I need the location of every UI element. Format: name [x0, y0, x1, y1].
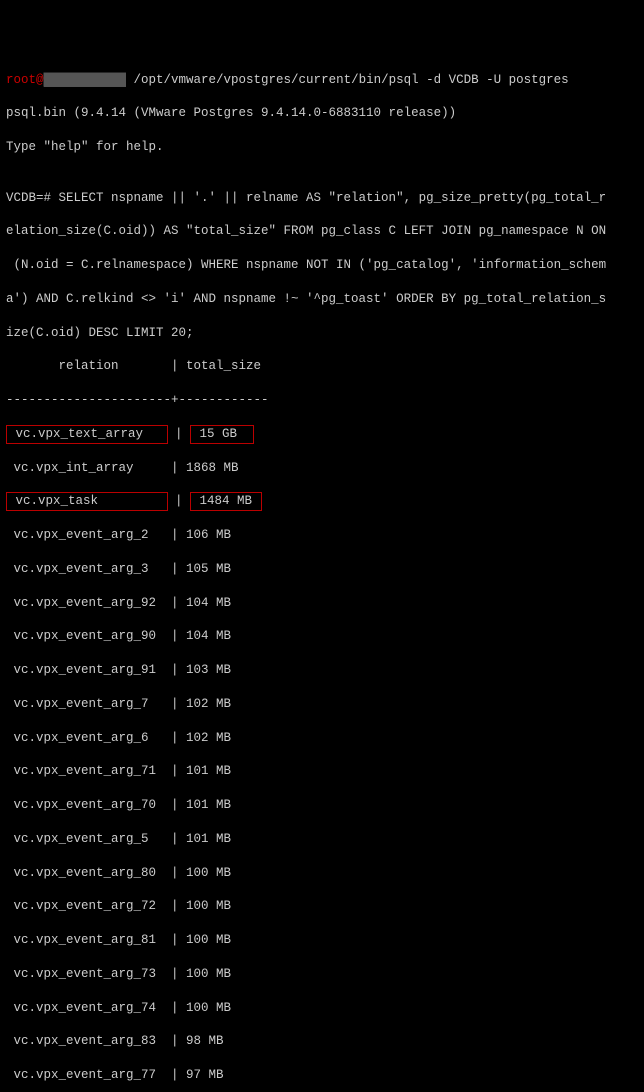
table-row: vc.vpx_event_arg_70 | 101 MB — [6, 797, 638, 814]
table-row: vc.vpx_event_arg_5 | 101 MB — [6, 831, 638, 848]
query-line: (N.oid = C.relnamespace) WHERE nspname N… — [6, 257, 638, 274]
query-line: VCDB=# SELECT nspname || '.' || relname … — [6, 190, 638, 207]
prompt-line: root@███████████ /opt/vmware/vpostgres/c… — [6, 72, 638, 89]
table-row: vc.vpx_event_arg_77 | 97 MB — [6, 1067, 638, 1084]
table-row: vc.vpx_event_arg_73 | 100 MB — [6, 966, 638, 983]
table-row: vc.vpx_text_array | 15 GB — [6, 426, 638, 443]
highlight-size: 15 GB — [190, 425, 254, 444]
table-row: vc.vpx_event_arg_90 | 104 MB — [6, 628, 638, 645]
table-row: vc.vpx_event_arg_91 | 103 MB — [6, 662, 638, 679]
table-row: vc.vpx_event_arg_3 | 105 MB — [6, 561, 638, 578]
table-row: vc.vpx_int_array | 1868 MB — [6, 460, 638, 477]
prompt-command: /opt/vmware/vpostgres/current/bin/psql -… — [126, 73, 569, 87]
table-row: vc.vpx_event_arg_71 | 101 MB — [6, 763, 638, 780]
table-row: vc.vpx_event_arg_92 | 104 MB — [6, 595, 638, 612]
psql-version: psql.bin (9.4.14 (VMware Postgres 9.4.14… — [6, 105, 638, 122]
table-row: vc.vpx_event_arg_83 | 98 MB — [6, 1033, 638, 1050]
table-header: relation | total_size — [6, 358, 638, 375]
table-row: vc.vpx_event_arg_2 | 106 MB — [6, 527, 638, 544]
table-row: vc.vpx_event_arg_7 | 102 MB — [6, 696, 638, 713]
prompt-user: root@ — [6, 73, 44, 87]
table-row: vc.vpx_event_arg_80 | 100 MB — [6, 865, 638, 882]
table-row: vc.vpx_event_arg_6 | 102 MB — [6, 730, 638, 747]
table-row: vc.vpx_task | 1484 MB — [6, 493, 638, 510]
table-row: vc.vpx_event_arg_74 | 100 MB — [6, 1000, 638, 1017]
table-row: vc.vpx_event_arg_72 | 100 MB — [6, 898, 638, 915]
table-divider: ----------------------+------------ — [6, 392, 638, 409]
highlight-size: 1484 MB — [190, 492, 262, 511]
query-line: a') AND C.relkind <> 'i' AND nspname !~ … — [6, 291, 638, 308]
prompt-host-hidden: ███████████ — [44, 73, 127, 87]
highlight-relation: vc.vpx_task — [6, 492, 168, 511]
query-line: elation_size(C.oid)) AS "total_size" FRO… — [6, 223, 638, 240]
table-row: vc.vpx_event_arg_81 | 100 MB — [6, 932, 638, 949]
psql-help-hint: Type "help" for help. — [6, 139, 638, 156]
query-line: ize(C.oid) DESC LIMIT 20; — [6, 325, 638, 342]
highlight-relation: vc.vpx_text_array — [6, 425, 168, 444]
